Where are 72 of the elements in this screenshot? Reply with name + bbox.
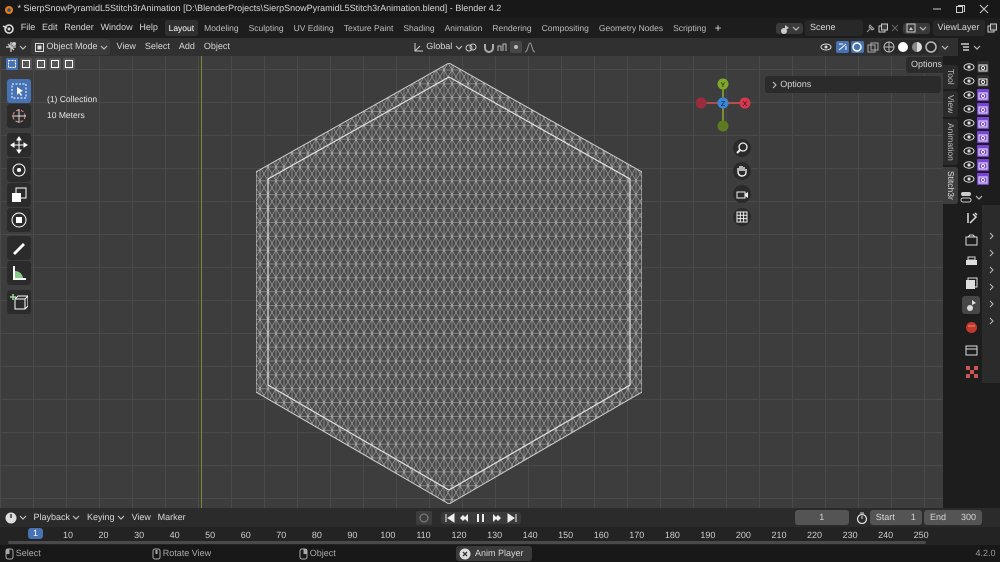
sidebar-tab[interactable]: Animation	[943, 118, 958, 165]
options-panel-header[interactable]: Options	[765, 76, 941, 93]
options-button[interactable]: Options	[906, 57, 943, 72]
menu-item[interactable]: View	[129, 510, 154, 524]
frame-number: 160	[594, 529, 609, 542]
menu-item[interactable]: Object	[202, 40, 232, 54]
frame-number: 200	[736, 529, 751, 542]
menu-item[interactable]: Marker	[155, 510, 188, 524]
status-hint: Rotate View	[162, 546, 212, 560]
sidebar-tab[interactable]: View	[943, 90, 958, 117]
frame-number: 180	[664, 529, 680, 542]
start-frame-field[interactable]: Start 1	[870, 510, 922, 526]
workspace-tab[interactable]: Animation	[440, 20, 486, 36]
workspace-tab[interactable]: Scripting	[669, 20, 710, 36]
frame-number: 30	[134, 529, 144, 542]
frame-number: 50	[205, 529, 216, 542]
menu-item[interactable]: Keying	[84, 510, 128, 524]
menu-item[interactable]: File	[18, 21, 38, 35]
menu-item[interactable]: Select	[142, 40, 172, 54]
frame-number: 10	[63, 529, 73, 542]
end-frame-field[interactable]: End 300	[924, 510, 982, 526]
workspace-tab[interactable]: Texture Paint	[340, 20, 398, 36]
status-hint: Object	[310, 546, 336, 560]
scene-field[interactable]: Scene	[805, 20, 863, 36]
frame-number: 120	[452, 529, 467, 542]
frame-number: 40	[170, 529, 180, 542]
menu-item[interactable]: View	[114, 40, 138, 54]
frame-number: 220	[807, 529, 822, 542]
frame-number: 190	[700, 529, 716, 542]
frame-number: 70	[276, 529, 286, 542]
frame-number: 130	[487, 529, 502, 542]
window-title: * SierpSnowPyramidL5Stitch3rAnimation [D:\BlenderProjects\SierpSnowPyramidL5Stitch3rAnimation.blend] - Blender 4.2	[18, 2, 502, 16]
frame-number: 210	[771, 529, 787, 542]
mode-dropdown[interactable]: Object Mode	[31, 39, 110, 55]
version-text: 4.2.0	[975, 546, 996, 560]
menu-item[interactable]: Window	[98, 21, 135, 35]
workspace-tab[interactable]: UV Editing	[290, 20, 338, 36]
viewport-info-text: (1) Collection	[47, 93, 98, 106]
sidebar-tab[interactable]: Tool	[943, 65, 958, 89]
workspace-tab[interactable]: Rendering	[488, 20, 536, 36]
frame-number: 60	[240, 529, 251, 542]
current-frame-marker[interactable]: 1	[28, 528, 44, 539]
workspace-tab[interactable]: Layout	[164, 20, 198, 36]
frame-number: 20	[98, 529, 109, 542]
workspace-tab[interactable]: Modeling	[200, 20, 243, 36]
workspace-tab[interactable]: Geometry Nodes	[594, 20, 668, 36]
frame-number: 80	[312, 529, 322, 542]
menu-item[interactable]: Help	[137, 21, 160, 35]
viewport-info-text: 10 Meters	[47, 108, 86, 122]
workspace-tab[interactable]: Shading	[399, 20, 439, 36]
frame-number: 230	[842, 529, 858, 542]
frame-number: 100	[380, 529, 396, 542]
menu-item[interactable]: Render	[62, 21, 96, 35]
orientation-dropdown[interactable]: Global	[413, 40, 463, 54]
menu-item[interactable]: Edit	[40, 21, 60, 35]
frame-number: 110	[416, 529, 431, 542]
view-layer-field[interactable]: ViewLayer	[932, 20, 984, 36]
frame-number: 140	[522, 529, 538, 542]
menu-item[interactable]: Add	[176, 40, 198, 54]
workspace-tab[interactable]: Sculpting	[244, 20, 288, 36]
workspace-tab[interactable]: Compositing	[538, 20, 593, 36]
frame-number: 170	[629, 529, 644, 542]
current-frame-field[interactable]: 1	[794, 510, 849, 526]
frame-number: 150	[558, 529, 574, 542]
frame-number: 90	[347, 529, 358, 542]
sidebar-tab[interactable]: Stitch3r	[943, 166, 958, 204]
status-hint: Select	[16, 546, 41, 560]
frame-number: 240	[878, 529, 894, 542]
add-workspace-button[interactable]: +	[712, 19, 724, 37]
menu-item[interactable]: Playback	[31, 510, 83, 524]
frame-number: 250	[914, 529, 929, 542]
anim-player-button[interactable]: Anim Player	[456, 546, 532, 562]
